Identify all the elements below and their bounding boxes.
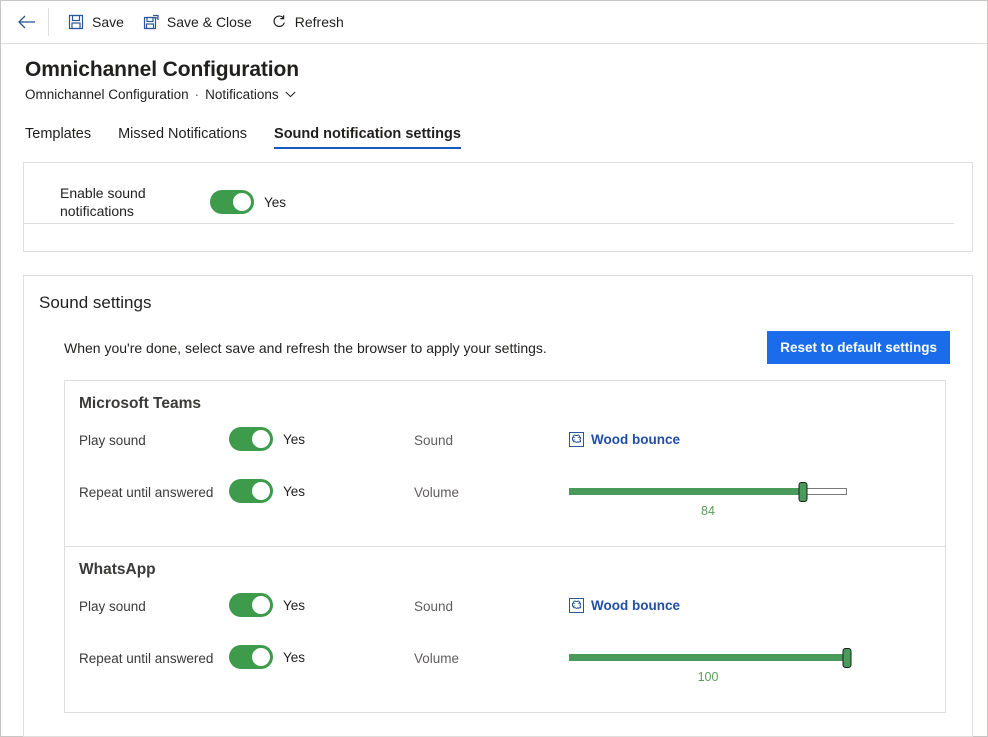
volume-label: Volume	[414, 651, 460, 666]
volume-slider-wrapper: 100	[569, 644, 852, 684]
breadcrumb-parent[interactable]: Omnichannel Configuration	[25, 87, 189, 102]
save-button[interactable]: Save	[58, 7, 133, 37]
repeat-until-answered-toggle-value: Yes	[283, 483, 306, 499]
page-header: Omnichannel Configuration Omnichannel Co…	[1, 44, 987, 102]
toggle-knob	[252, 648, 270, 666]
sound-file-name: Wood bounce	[591, 432, 680, 447]
repeat-until-answered-toggle[interactable]	[229, 645, 273, 669]
toggle-knob	[233, 193, 251, 211]
tab-missed-notifications[interactable]: Missed Notifications	[118, 126, 247, 149]
refresh-icon	[270, 13, 288, 31]
sound-file-link[interactable]: Wood bounce	[569, 592, 680, 613]
repeat-until-answered-toggle-cell: Yes	[229, 476, 414, 503]
save-button-label: Save	[92, 14, 124, 30]
volume-slider[interactable]	[569, 648, 852, 668]
volume-value: 100	[697, 670, 719, 684]
page-title: Omnichannel Configuration	[25, 58, 299, 81]
breadcrumb: Omnichannel Configuration · Notification…	[25, 87, 987, 102]
command-bar-divider	[48, 8, 49, 36]
channel-name: WhatsApp	[79, 561, 156, 578]
play-sound-row: Play sound Yes Sound Wood bounce	[65, 424, 945, 476]
repeat-until-answered-row: Repeat until answered Yes Volume	[65, 642, 945, 694]
repeat-until-answered-row: Repeat until answered Yes Volume	[65, 476, 945, 528]
volume-value-cell: 84	[569, 476, 945, 518]
volume-value-cell: 100	[569, 642, 945, 684]
play-sound-label: Play sound	[79, 433, 146, 448]
repeat-until-answered-toggle[interactable]	[229, 479, 273, 503]
enable-sound-notifications-toggle[interactable]	[210, 190, 254, 214]
enable-sound-notifications-label: Enable sound notifications	[60, 185, 146, 219]
reset-to-default-settings-button[interactable]: Reset to default settings	[767, 331, 950, 364]
play-sound-toggle[interactable]	[229, 427, 273, 451]
volume-label: Volume	[414, 485, 460, 500]
repeat-until-answered-toggle-cell: Yes	[229, 642, 414, 669]
tab-list: Templates Missed Notifications Sound not…	[1, 119, 987, 149]
enable-sound-notifications-panel: Enable sound notifications Yes	[23, 162, 973, 252]
save-and-close-icon	[142, 13, 160, 31]
volume-value: 84	[701, 504, 715, 518]
play-sound-row: Play sound Yes Sound Wood bounce	[65, 590, 945, 642]
broken-image-icon	[569, 432, 584, 447]
channel-name: Microsoft Teams	[79, 395, 202, 412]
sound-settings-title: Sound settings	[39, 293, 152, 312]
save-icon	[67, 13, 85, 31]
repeat-until-answered-label: Repeat until answered	[79, 651, 214, 666]
sound-settings-hint: When you're done, select save and refres…	[64, 339, 547, 356]
breadcrumb-separator: ·	[194, 87, 200, 102]
save-and-close-button-label: Save & Close	[166, 14, 252, 30]
play-sound-label: Play sound	[79, 599, 146, 614]
sound-file-name: Wood bounce	[591, 598, 680, 613]
sound-settings-hint-row: When you're done, select save and refres…	[24, 313, 972, 364]
play-sound-toggle[interactable]	[229, 593, 273, 617]
sound-settings-panel: Sound settings When you're done, select …	[23, 275, 973, 737]
sound-value-cell: Wood bounce	[569, 590, 945, 616]
volume-slider[interactable]	[569, 482, 847, 502]
refresh-button[interactable]: Refresh	[261, 7, 353, 37]
sound-label: Sound	[414, 433, 454, 448]
toggle-knob	[252, 482, 270, 500]
back-arrow-icon	[18, 15, 35, 29]
play-sound-toggle-cell: Yes	[229, 424, 414, 451]
volume-slider-wrapper: 84	[569, 478, 847, 518]
toggle-knob	[252, 430, 270, 448]
play-sound-toggle-value: Yes	[283, 597, 306, 613]
enable-sound-notifications-row: Enable sound notifications Yes	[24, 181, 954, 224]
tab-sound-notification-settings[interactable]: Sound notification settings	[274, 126, 461, 149]
sound-value-cell: Wood bounce	[569, 424, 945, 450]
tab-templates[interactable]: Templates	[25, 126, 91, 149]
enable-sound-notifications-toggle-value: Yes	[264, 194, 287, 210]
slider-fill	[569, 654, 847, 661]
back-button[interactable]	[11, 7, 43, 37]
play-sound-toggle-cell: Yes	[229, 590, 414, 617]
sound-file-link[interactable]: Wood bounce	[569, 426, 680, 447]
toggle-knob	[252, 596, 270, 614]
slider-thumb[interactable]	[798, 482, 808, 502]
command-bar: Save Save & Close Refresh	[1, 1, 987, 44]
chevron-down-icon[interactable]	[285, 91, 296, 98]
slider-thumb[interactable]	[842, 648, 852, 668]
repeat-until-answered-toggle-value: Yes	[283, 649, 306, 665]
broken-image-icon	[569, 598, 584, 613]
channel-microsoft-teams: Microsoft Teams Play sound Yes Sound Woo…	[65, 381, 945, 546]
channel-whatsapp: WhatsApp Play sound Yes Sound Wood bounc…	[65, 546, 945, 712]
slider-fill	[569, 488, 803, 495]
breadcrumb-current[interactable]: Notifications	[205, 87, 279, 102]
channel-list: Microsoft Teams Play sound Yes Sound Woo…	[64, 380, 946, 713]
sound-label: Sound	[414, 599, 454, 614]
play-sound-toggle-value: Yes	[283, 431, 306, 447]
repeat-until-answered-label: Repeat until answered	[79, 485, 214, 500]
refresh-button-label: Refresh	[294, 14, 344, 30]
save-and-close-button[interactable]: Save & Close	[133, 7, 261, 37]
